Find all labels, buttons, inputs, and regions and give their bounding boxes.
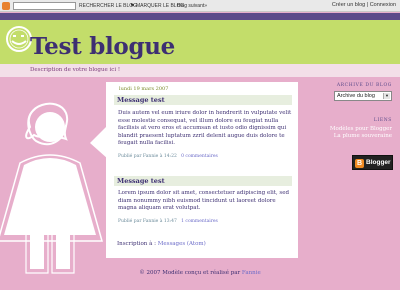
comments-link[interactable]: 0 commentaires <box>181 154 218 159</box>
main-content <box>106 82 298 258</box>
blogger-badge-label: Blogger <box>366 159 391 166</box>
sidebar-link[interactable]: Modèles pour Blogger <box>330 126 392 132</box>
blogger-b-icon: B <box>355 159 364 168</box>
blog-title[interactable]: Test blogue <box>30 33 175 60</box>
woman-figure-icon <box>0 102 108 274</box>
footer-author-link[interactable]: Fannie <box>242 270 261 276</box>
next-blog-link[interactable]: Blog suivant» <box>177 3 207 9</box>
blogger-navbar: RECHERCHER LE BLOG ⚑ MARQUER LE BLOG Blo… <box>0 0 400 12</box>
archive-select[interactable]: Archive du blog ▼ <box>334 91 392 101</box>
search-input[interactable] <box>13 2 76 10</box>
separator: | <box>366 2 369 8</box>
create-blog-link[interactable]: Créer un blog <box>332 2 365 8</box>
post-body: Lorem ipsum dolor sit amet, consectetuer… <box>118 190 290 212</box>
post-footer: Publié par Fannie à 13:47 1 commentaires <box>118 219 218 224</box>
post-byline: Publié par Fannie à 13:47 <box>118 219 177 224</box>
post-body: Duis autem vel eum iriure dolor in hendr… <box>118 110 292 147</box>
archive-title: ARCHIVE DU BLOG <box>336 83 392 88</box>
header-top-strip <box>0 13 400 20</box>
blogger-badge[interactable]: B Blogger <box>352 155 393 170</box>
atom-feed-link[interactable]: Messages (Atom) <box>158 241 206 247</box>
sidebar-link[interactable]: La plume souveraine <box>334 133 392 139</box>
footer-copyright: © 2007 Modèle conçu et réalisé par <box>139 270 241 276</box>
post-byline: Publié par Fannie à 14:22 <box>118 154 177 159</box>
post-title[interactable]: Message test <box>114 95 292 105</box>
subscribe-line: Inscription à : Messages (Atom) <box>117 241 206 247</box>
flag-icon[interactable]: ⚑ <box>130 3 134 9</box>
blog-description: Description de votre blogue ici ! <box>30 67 121 73</box>
post-title[interactable]: Message test <box>114 176 292 186</box>
post-date: lundi 19 mars 2007 <box>119 86 169 92</box>
search-blog-button[interactable]: RECHERCHER LE BLOG <box>79 3 137 9</box>
subscribe-label: Inscription à : <box>117 241 156 247</box>
post-footer: Publié par Fannie à 14:22 0 commentaires <box>118 154 218 159</box>
page-footer: © 2007 Modèle conçu et réalisé par Fanni… <box>0 270 400 276</box>
archive-select-value: Archive du blog <box>337 93 375 99</box>
comments-link[interactable]: 1 commentaires <box>181 219 218 224</box>
navbar-account-links: Créer un blog | Connexion <box>332 2 396 8</box>
blogger-logo-icon[interactable] <box>2 2 10 10</box>
links-title: LIENS <box>373 118 392 123</box>
login-link[interactable]: Connexion <box>370 2 396 8</box>
chevron-down-icon[interactable]: ▼ <box>383 93 390 99</box>
